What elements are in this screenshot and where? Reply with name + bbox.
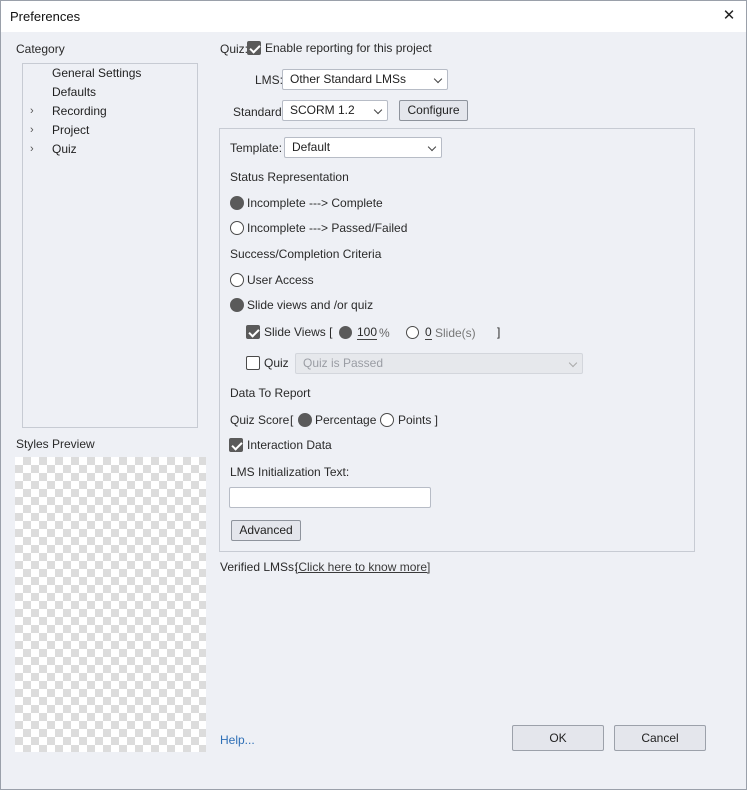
chevron-down-icon bbox=[427, 142, 437, 152]
quiz-checkbox-label: Quiz bbox=[264, 356, 289, 370]
standard-label: Standard: bbox=[233, 105, 286, 119]
points-radio[interactable] bbox=[380, 413, 394, 427]
chevron-down-icon bbox=[373, 105, 383, 115]
status-passed-failed-label: Incomplete ---> Passed/Failed bbox=[247, 221, 408, 235]
category-tree: General Settings Defaults › Recording › … bbox=[22, 63, 198, 428]
preferences-dialog: Preferences ✕ Category General Settings … bbox=[0, 0, 747, 790]
category-heading: Category bbox=[16, 42, 65, 56]
cancel-button[interactable]: Cancel bbox=[614, 725, 706, 751]
tree-item-label: Project bbox=[52, 123, 90, 137]
percent-unit: % bbox=[379, 326, 390, 340]
percent-input[interactable]: 100 bbox=[357, 325, 378, 340]
quiz-label: Quiz: bbox=[220, 42, 249, 56]
tree-item-recording[interactable]: › Recording bbox=[23, 102, 197, 121]
chevron-down-icon bbox=[433, 74, 443, 84]
template-select[interactable]: Default bbox=[284, 137, 442, 158]
template-label: Template: bbox=[230, 141, 283, 155]
quiz-score-label: Quiz Score bbox=[230, 413, 290, 427]
configure-button[interactable]: Configure bbox=[399, 100, 468, 121]
chevron-right-icon[interactable]: › bbox=[30, 102, 40, 121]
styles-preview-canvas bbox=[15, 457, 206, 752]
slides-input[interactable]: 0 bbox=[425, 325, 432, 340]
percent-radio[interactable] bbox=[339, 326, 352, 339]
styles-preview-label: Styles Preview bbox=[16, 437, 95, 451]
status-passed-failed-radio[interactable] bbox=[230, 221, 244, 235]
quiz-criteria-select: Quiz is Passed bbox=[295, 353, 583, 374]
tree-item-project[interactable]: › Project bbox=[23, 121, 197, 140]
tree-item-label: Defaults bbox=[52, 85, 97, 99]
status-representation-heading: Status Representation bbox=[230, 170, 349, 184]
slides-unit: Slide(s) bbox=[435, 326, 476, 340]
data-to-report-heading: Data To Report bbox=[230, 386, 311, 400]
template-select-value: Default bbox=[292, 140, 331, 154]
quiz-checkbox[interactable] bbox=[246, 356, 260, 370]
slide-views-close-bracket: ] bbox=[497, 325, 501, 339]
quiz-score-open-bracket: [ bbox=[290, 413, 294, 427]
slide-views-quiz-radio[interactable] bbox=[230, 298, 244, 312]
tree-item-label: Quiz bbox=[52, 142, 77, 156]
tree-item-label: Recording bbox=[52, 104, 107, 118]
slide-views-label: Slide Views [ bbox=[264, 325, 333, 339]
tree-item-label: General Settings bbox=[52, 66, 142, 80]
chevron-right-icon[interactable]: › bbox=[30, 121, 40, 140]
verified-lms-link[interactable]: [Click here to know more] bbox=[295, 560, 430, 574]
slide-views-checkbox[interactable] bbox=[246, 325, 260, 339]
window-title: Preferences bbox=[10, 9, 81, 24]
slide-views-quiz-label: Slide views and /or quiz bbox=[247, 298, 374, 312]
tree-item-defaults[interactable]: Defaults bbox=[23, 83, 197, 102]
status-complete-label: Incomplete ---> Complete bbox=[247, 196, 383, 210]
close-icon[interactable]: ✕ bbox=[718, 7, 740, 25]
points-label: Points ] bbox=[398, 413, 439, 427]
percentage-label: Percentage bbox=[315, 413, 377, 427]
tree-item-quiz[interactable]: › Quiz bbox=[23, 140, 197, 159]
chevron-down-icon bbox=[568, 358, 578, 368]
title-bar: Preferences ✕ bbox=[1, 1, 746, 32]
lms-select[interactable]: Other Standard LMSs bbox=[282, 69, 448, 90]
slides-radio[interactable] bbox=[406, 326, 419, 339]
status-complete-radio[interactable] bbox=[230, 196, 244, 210]
help-link[interactable]: Help... bbox=[220, 733, 255, 747]
tree-item-general-settings[interactable]: General Settings bbox=[23, 64, 197, 83]
user-access-radio[interactable] bbox=[230, 273, 244, 287]
chevron-right-icon[interactable]: › bbox=[30, 140, 40, 159]
verified-lms-label: Verified LMSs: bbox=[220, 560, 298, 574]
enable-reporting-label: Enable reporting for this project bbox=[265, 41, 432, 55]
interaction-data-label: Interaction Data bbox=[247, 438, 332, 452]
lms-init-text-label: LMS Initialization Text: bbox=[230, 465, 350, 479]
success-criteria-heading: Success/Completion Criteria bbox=[230, 247, 382, 261]
quiz-criteria-value: Quiz is Passed bbox=[303, 356, 384, 370]
lms-select-value: Other Standard LMSs bbox=[290, 72, 407, 86]
interaction-data-checkbox[interactable] bbox=[229, 438, 243, 452]
lms-init-text-input[interactable] bbox=[229, 487, 431, 508]
lms-label: LMS: bbox=[255, 73, 284, 87]
enable-reporting-checkbox[interactable] bbox=[247, 41, 261, 55]
percentage-radio[interactable] bbox=[298, 413, 312, 427]
ok-button[interactable]: OK bbox=[512, 725, 604, 751]
user-access-label: User Access bbox=[247, 273, 314, 287]
standard-select[interactable]: SCORM 1.2 bbox=[282, 100, 388, 121]
advanced-button[interactable]: Advanced bbox=[231, 520, 301, 541]
standard-select-value: SCORM 1.2 bbox=[290, 103, 355, 117]
